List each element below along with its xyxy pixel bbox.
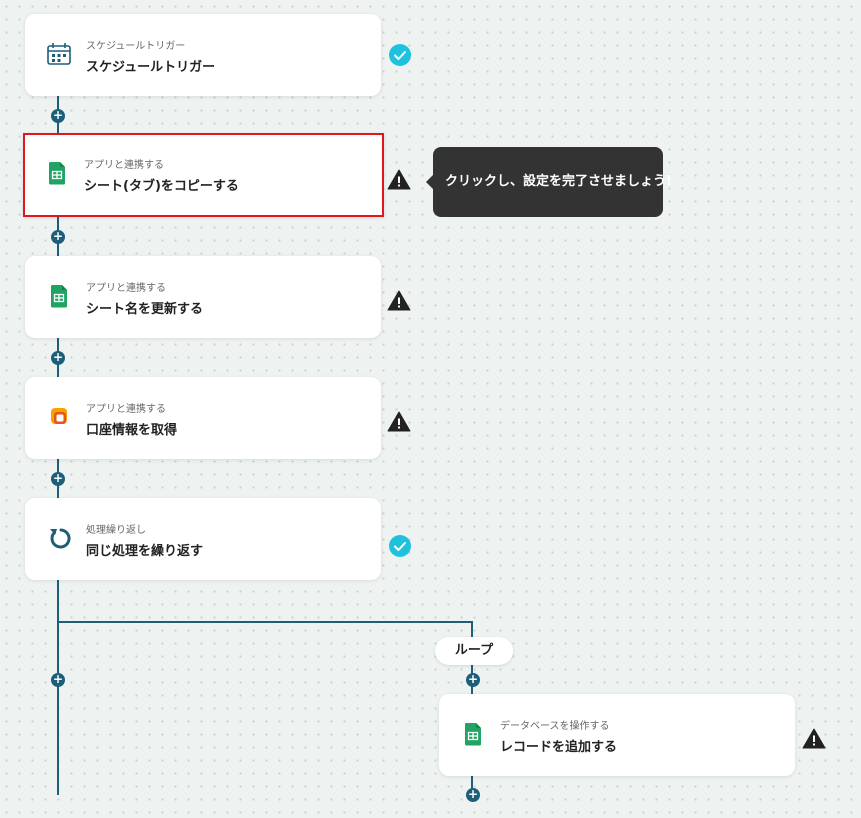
step-title: 口座情報を取得 bbox=[86, 423, 178, 438]
step-category-label: データベースを操作する bbox=[500, 721, 610, 732]
add-step-button[interactable]: + bbox=[51, 230, 65, 244]
step-category-label: 処理繰り返し bbox=[86, 525, 146, 536]
flow-step-schedule-trigger[interactable]: スケジュールトリガー スケジュールトリガー bbox=[25, 14, 381, 96]
step-title: 同じ処理を繰り返す bbox=[86, 544, 204, 559]
bank-app-icon bbox=[45, 403, 73, 431]
warning-icon bbox=[387, 168, 411, 192]
loop-icon bbox=[45, 524, 73, 552]
step-category-label: アプリと連携する bbox=[86, 404, 166, 415]
warning-icon bbox=[387, 410, 411, 434]
warning-icon bbox=[387, 289, 411, 313]
step-category-label: アプリと連携する bbox=[86, 283, 166, 294]
google-sheets-icon bbox=[43, 159, 71, 187]
connector-line-branch bbox=[57, 621, 473, 623]
add-step-button[interactable]: + bbox=[466, 788, 480, 802]
step-category-label: スケジュールトリガー bbox=[86, 41, 186, 52]
add-step-button[interactable]: + bbox=[466, 673, 480, 687]
add-step-button[interactable]: + bbox=[51, 109, 65, 123]
check-complete-icon bbox=[388, 43, 412, 67]
add-step-button[interactable]: + bbox=[51, 351, 65, 365]
step-title: シート(タブ)をコピーする bbox=[84, 179, 239, 194]
google-sheets-icon bbox=[45, 282, 73, 310]
setup-tooltip: クリックし、設定を完了させましょう! bbox=[426, 147, 672, 217]
check-complete-icon bbox=[388, 534, 412, 558]
flow-step-get-account-info[interactable]: アプリと連携する 口座情報を取得 bbox=[25, 377, 381, 459]
add-step-button[interactable]: + bbox=[51, 673, 65, 687]
flow-step-copy-sheet[interactable]: アプリと連携する シート(タブ)をコピーする bbox=[23, 133, 384, 217]
calendar-icon bbox=[45, 40, 73, 68]
flow-step-add-record[interactable]: データベースを操作する レコードを追加する bbox=[439, 694, 795, 776]
step-title: レコードを追加する bbox=[500, 740, 618, 755]
step-title: シート名を更新する bbox=[86, 302, 204, 317]
loop-label: ループ bbox=[435, 637, 513, 665]
warning-icon bbox=[802, 727, 826, 751]
step-title: スケジュールトリガー bbox=[86, 60, 216, 75]
add-step-button[interactable]: + bbox=[51, 472, 65, 486]
flow-step-loop[interactable]: 処理繰り返し 同じ処理を繰り返す bbox=[25, 498, 381, 580]
google-sheets-icon bbox=[459, 720, 487, 748]
step-category-label: アプリと連携する bbox=[84, 160, 164, 171]
flow-step-rename-sheet[interactable]: アプリと連携する シート名を更新する bbox=[25, 256, 381, 338]
